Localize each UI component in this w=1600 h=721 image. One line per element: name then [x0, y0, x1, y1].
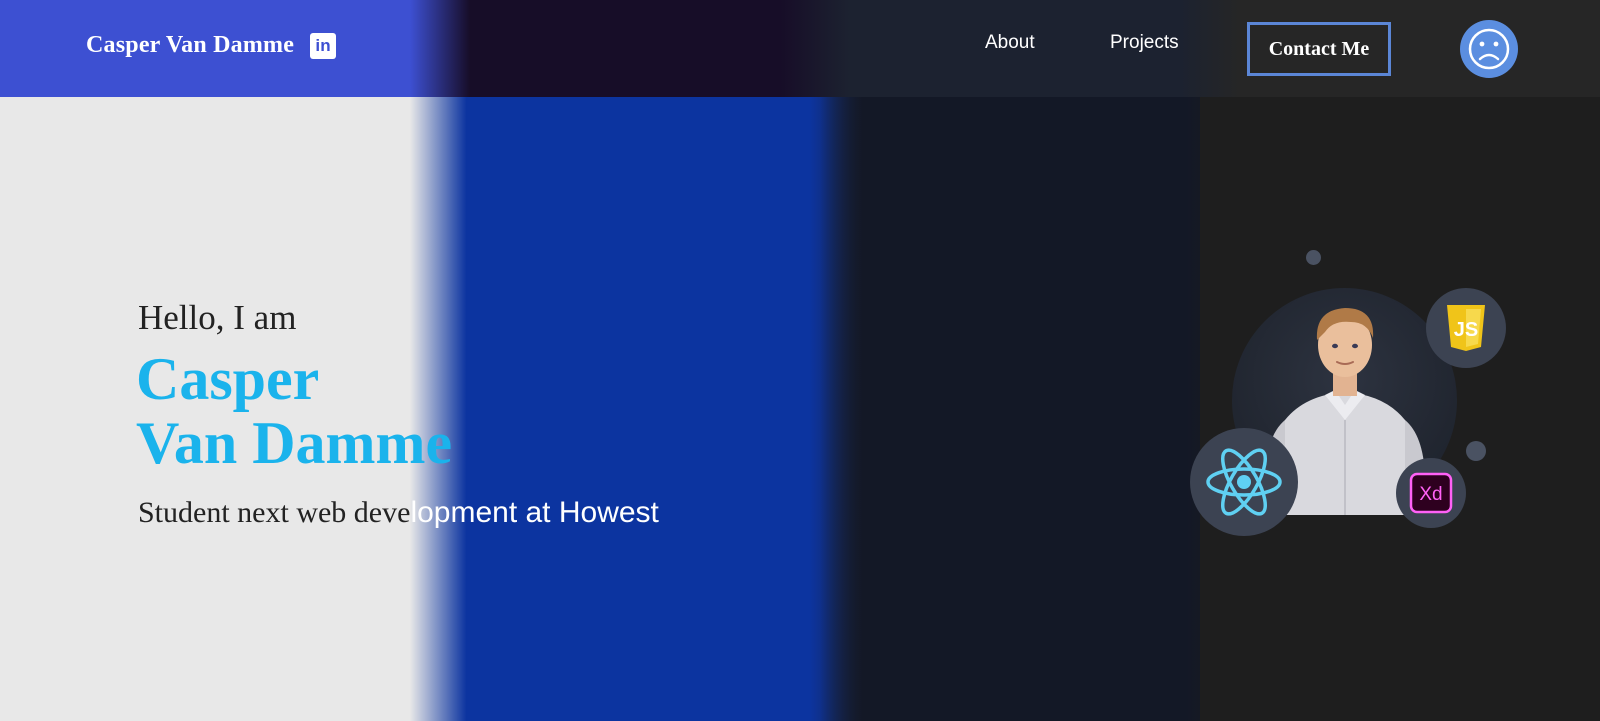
nav-about-link[interactable]: About	[985, 32, 1035, 54]
xd-icon-label: Xd	[1419, 484, 1442, 505]
hero-subtitle-part2: lopment at Howest	[410, 496, 659, 529]
js-icon-label: JS	[1454, 319, 1478, 341]
linkedin-icon[interactable]: in	[310, 32, 337, 59]
nav-projects-link[interactable]: Projects	[1110, 32, 1179, 54]
page: Casper Van Damme in About Projects Conta…	[0, 0, 1600, 721]
brand[interactable]: Casper Van Damme in	[86, 32, 337, 59]
hero-subtitle: Student next web development at Howest	[138, 496, 659, 530]
background-navy-panel	[820, 0, 1250, 721]
hero-subtitle-part1: Student next web deve	[138, 496, 411, 529]
hero-name-line1: Casper	[136, 346, 320, 412]
navbar: Casper Van Damme in About Projects Conta…	[0, 0, 1600, 97]
decorative-dot	[1466, 441, 1486, 461]
adobe-xd-icon: Xd	[1409, 472, 1453, 514]
brand-name[interactable]: Casper Van Damme	[86, 32, 294, 59]
hero-greeting: Hello, I am	[138, 298, 297, 337]
hero-name: Casper Van Damme	[136, 347, 452, 475]
contact-me-button[interactable]: Contact Me	[1247, 22, 1391, 76]
react-icon	[1206, 448, 1282, 516]
hero-name-line2: Van Damme	[136, 410, 453, 476]
decorative-dot	[1306, 250, 1321, 265]
theme-toggle-button[interactable]	[1460, 20, 1518, 78]
javascript-icon: JS	[1447, 305, 1485, 351]
background-blue-panel	[410, 0, 880, 721]
react-badge	[1190, 428, 1298, 536]
javascript-badge: JS	[1426, 288, 1506, 368]
adobe-xd-badge: Xd	[1396, 458, 1466, 528]
sad-face-icon	[1468, 28, 1510, 70]
